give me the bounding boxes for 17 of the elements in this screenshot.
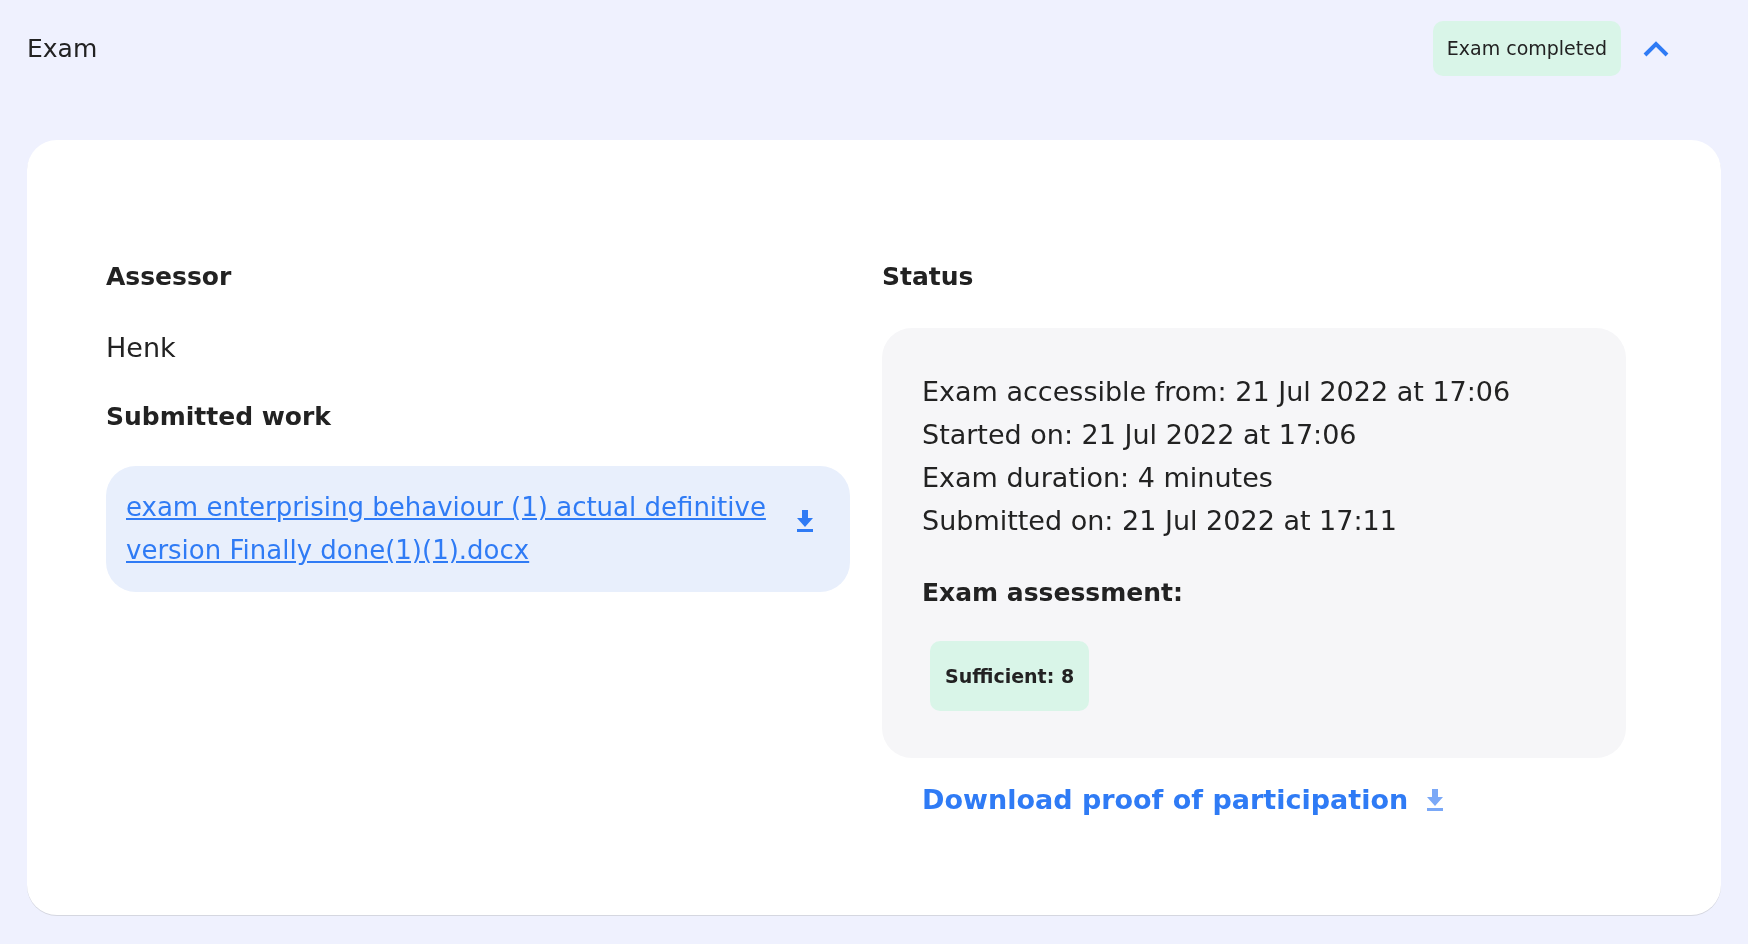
assessment-heading: Exam assessment: <box>922 576 1184 609</box>
status-heading: Status <box>882 261 975 293</box>
download-proof-link[interactable]: Download proof of participation <box>922 779 1409 820</box>
submitted-work-heading: Submitted work <box>106 401 332 433</box>
assessment-badge: Sufficient: 8 <box>930 641 1090 711</box>
status-line: Exam accessible from: 21 Jul 2022 at 17:06 <box>922 374 1512 409</box>
status-badge: Exam completed <box>1432 21 1621 76</box>
assessor-name: Henk <box>106 330 177 365</box>
download-icon[interactable] <box>1426 788 1445 811</box>
file-link[interactable]: exam enterprising behaviour (1) actual definitive version Finally done(1)(1).docx <box>126 485 786 572</box>
chevron-up-icon <box>1643 40 1669 57</box>
assessor-heading: Assessor <box>106 261 233 293</box>
status-line: Started on: 21 Jul 2022 at 17:06 <box>922 417 1358 452</box>
download-icon[interactable] <box>796 509 814 532</box>
status-line: Submitted on: 21 Jul 2022 at 17:11 <box>922 503 1398 538</box>
status-line: Exam duration: 4 minutes <box>922 460 1274 495</box>
section-title: Exam <box>27 32 99 65</box>
